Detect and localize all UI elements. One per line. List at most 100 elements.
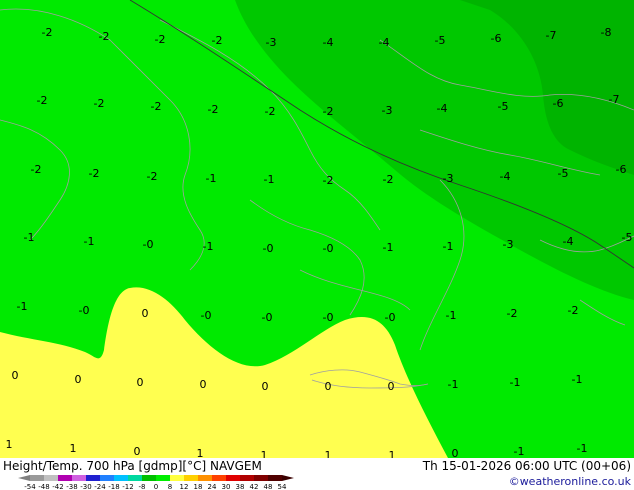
scale-tick-label: 30 [222,483,231,490]
temp-label: -0 [385,311,396,324]
scale-swatch [100,475,114,481]
temp-label: -4 [379,36,390,49]
temp-label: -6 [491,32,502,45]
scale-swatch [156,475,170,481]
scale-swatch [30,475,44,481]
temp-label: -1 [577,442,588,455]
scale-swatch [114,475,128,481]
scale-tick-label: -42 [52,483,63,490]
scale-swatch [58,475,72,481]
temp-label: -5 [558,167,569,180]
temp-label: -1 [206,172,217,185]
temp-label: -2 [507,307,518,320]
temp-label: -1 [264,173,275,186]
temp-label: -2 [151,100,162,113]
temp-label: -2 [37,94,48,107]
scale-tick-label: 12 [180,483,189,490]
scale-tick-label: 48 [264,483,273,490]
temp-label: -2 [208,103,219,116]
temp-label: -2 [568,304,579,317]
temp-label: -6 [616,163,627,176]
temp-label: 0 [325,380,332,393]
scale-tick-label: -24 [94,483,106,490]
temp-label: -7 [546,29,557,42]
temp-label: -1 [84,235,95,248]
temp-label: -3 [443,172,454,185]
scale-swatch [86,475,100,481]
scale-tick-label: -8 [139,483,146,490]
scale-tick-label: 54 [278,483,287,490]
temp-label: -2 [323,105,334,118]
temp-label: -1 [514,445,525,458]
temp-label: -2 [323,174,334,187]
temp-label: -4 [437,102,448,115]
scale-tick-label: -18 [108,483,119,490]
scale-swatch [254,475,268,481]
temp-label: -5 [498,100,509,113]
temp-label: -2 [147,170,158,183]
scale-tick-label: -54 [24,483,36,490]
temp-label: -3 [503,238,514,251]
temp-label: -1 [510,376,521,389]
temp-label: 0 [75,373,82,386]
map-datetime: Th 15-01-2026 06:00 UTC (00+06) [422,459,631,473]
temp-label: -2 [155,33,166,46]
scale-swatch [184,475,198,481]
temp-label: -3 [382,104,393,117]
scale-tick-label: 38 [236,483,245,490]
temp-label: -2 [94,97,105,110]
temp-label: -0 [201,309,212,322]
scale-tick-label: -12 [122,483,133,490]
map-canvas: -2 -2 -2 -2 -3 -4 -4 -5 -6 -7 -8 -2 -2 -2 -2 -2 -2 -3 -4 -5… [0,0,634,490]
temp-label: -4 [323,36,334,49]
temp-label: -2 [31,163,42,176]
temp-label: -0 [263,242,274,255]
temp-label: -0 [262,311,273,324]
temp-label: 0 [137,376,144,389]
map-title: Height/Temp. 700 hPa [gdmp][°C] NAVGEM [3,459,262,473]
scale-swatch [268,475,282,481]
scale-tick-label: 42 [250,483,259,490]
temp-label: -6 [553,97,564,110]
weather-map: -2 -2 -2 -2 -3 -4 -4 -5 -6 -7 -8 -2 -2 -2 -2 -2 -2 -3 -4 -5… [0,0,634,490]
scale-tick-label: -38 [66,483,77,490]
temp-label: 0 [134,445,141,458]
temp-label: -1 [448,378,459,391]
temp-label: -1 [446,309,457,322]
temp-label: -1 [24,231,35,244]
temp-label: -3 [266,36,277,49]
temp-label: -7 [609,93,620,106]
temp-label: -4 [500,170,511,183]
scale-swatch [44,475,58,481]
temp-label: -2 [42,26,53,39]
scale-swatch [142,475,156,481]
temp-label: -5 [435,34,446,47]
scale-swatch [240,475,254,481]
temp-label: -8 [601,26,612,39]
temp-label: 0 [142,307,149,320]
scale-swatch [170,475,184,481]
credit-link[interactable]: ©weatheronline.co.uk [509,475,632,488]
scale-tick-label: 18 [194,483,203,490]
scale-swatch [128,475,142,481]
temp-label: -0 [79,304,90,317]
temp-label: -5 [622,231,633,244]
temp-label: 0 [262,380,269,393]
scale-tick-label: -30 [80,483,91,490]
temp-label: -2 [383,173,394,186]
temp-label: 1 [70,442,77,455]
temp-label: 0 [200,378,207,391]
color-scale: -54 -48 -42 -38 -30 -24 -18 -12 -8 0 8 12 18 24 30 38 42… [18,475,294,490]
scale-swatch [226,475,240,481]
temp-label: -2 [99,30,110,43]
temp-label: 0 [388,380,395,393]
temp-label: -0 [143,238,154,251]
scale-tick-label: 0 [154,483,158,490]
temp-label: -1 [17,300,28,313]
temp-label: -4 [563,235,574,248]
temp-label: -1 [443,240,454,253]
temp-label: -0 [323,242,334,255]
temp-label: -1 [383,241,394,254]
temp-label: -1 [203,240,214,253]
temp-label: -2 [212,34,223,47]
